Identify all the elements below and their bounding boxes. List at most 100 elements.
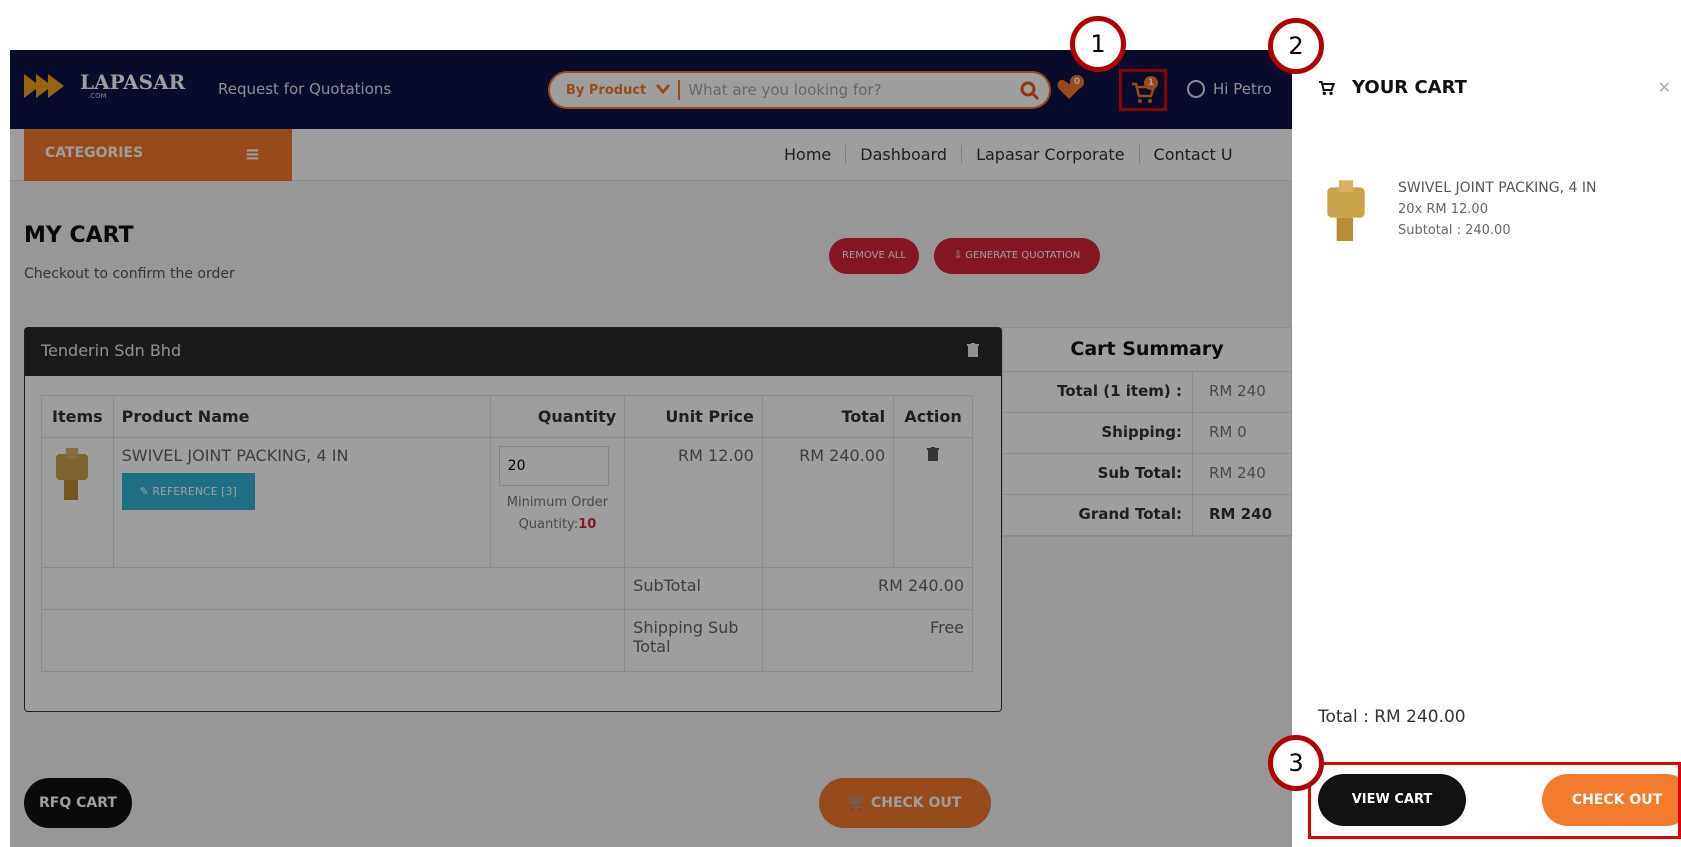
nav-link-home[interactable]: Home [770, 145, 847, 164]
nav-link-contact[interactable]: Contact U [1140, 145, 1247, 164]
product-image[interactable] [50, 446, 94, 506]
remove-all-button[interactable]: REMOVE ALL [829, 238, 919, 274]
generate-quotation-button[interactable]: ⇩ GENERATE QUOTATION [934, 238, 1100, 274]
unit-price: RM 12.00 [624, 437, 763, 568]
checkout-button[interactable]: 🛒 CHECK OUT [819, 778, 991, 828]
link-icon: ✎ [139, 485, 153, 498]
table-header-row: Items Product Name Quantity Unit Price T… [41, 395, 973, 438]
chevron-down-icon[interactable] [656, 82, 671, 98]
column-header: Action [893, 395, 973, 438]
product-image-cell [41, 437, 114, 568]
close-icon[interactable]: ✕ [1658, 78, 1671, 97]
product-name[interactable]: SWIVEL JOINT PACKING, 4 IN [122, 446, 482, 465]
vendor-header: Tenderin Sdn Bhd [25, 328, 1001, 376]
drawer-item-details: SWIVEL JOINT PACKING, 4 IN 20x RM 12.00 … [1398, 178, 1596, 248]
drawer-item-subtotal: Subtotal : 240.00 [1398, 223, 1511, 238]
drawer-cart-item: SWIVEL JOINT PACKING, 4 IN 20x RM 12.00 … [1318, 178, 1596, 248]
moq-value: 10 [578, 517, 597, 532]
summary-row: Sub Total: RM 240 [1003, 454, 1291, 495]
wishlist-count-badge: 0 [1070, 75, 1084, 89]
column-header: Product Name [112, 395, 491, 438]
summary-row: Shipping: RM 0 [1003, 413, 1291, 454]
wishlist-button[interactable]: 0 [1056, 75, 1088, 105]
search-divider [678, 80, 681, 100]
rfq-cart-button[interactable]: RFQ CART [24, 778, 132, 828]
menu-icon: ≡ [244, 144, 260, 165]
vendor-name: Tenderin Sdn Bhd [41, 341, 182, 360]
cart-icon: 🛒 [848, 795, 871, 811]
drawer-total: Total : RM 240.00 [1318, 707, 1466, 727]
column-header: Items [41, 395, 114, 438]
main-app: LAPASAR .COM Request for Quotations By P… [10, 50, 1292, 847]
table-row: SWIVEL JOINT PACKING, 4 IN ✎ REFERENCE [… [41, 437, 973, 568]
generate-quotation-label: GENERATE QUOTATION [965, 250, 1081, 261]
vendor-cart-panel: Tenderin Sdn Bhd Items Product Name Quan… [24, 327, 1002, 712]
logo[interactable]: LAPASAR .COM [24, 70, 185, 102]
search-category-select[interactable]: By Product [566, 83, 646, 98]
highlight-box [1308, 762, 1681, 839]
drawer-item-name[interactable]: SWIVEL JOINT PACKING, 4 IN [1398, 178, 1596, 199]
callout-marker: 3 [1268, 735, 1324, 791]
logo-text: LAPASAR [80, 70, 186, 94]
cart-summary: Cart Summary Total (1 item) : RM 240 Ship… [1002, 327, 1292, 537]
page-subtitle: Checkout to confirm the order [24, 266, 235, 282]
summary-value: RM 240 [1209, 382, 1266, 400]
quantity-input[interactable] [498, 446, 609, 486]
nav-link-dashboard[interactable]: Dashboard [846, 145, 963, 164]
reference-label: REFERENCE [3] [152, 485, 237, 498]
page-title: MY CART [24, 223, 134, 248]
checkout-label: CHECK OUT [870, 795, 962, 811]
quantity-cell: Minimum Order Quantity:10 [489, 437, 626, 568]
drawer-title: YOUR CART [1318, 77, 1467, 98]
product-image[interactable] [1318, 178, 1374, 248]
cart-drawer: YOUR CART ✕ SWIVEL JOINT PACKING, 4 IN 2… [1292, 50, 1681, 847]
cart-count-badge: 1 [1144, 76, 1158, 90]
summary-value: RM 0 [1209, 423, 1247, 441]
shipping-row: Shipping Sub Total Free [40, 609, 974, 672]
user-icon [1187, 80, 1205, 98]
trash-icon[interactable] [967, 342, 979, 361]
shipping-value: Free [761, 609, 974, 672]
nav-link-corporate[interactable]: Lapasar Corporate [962, 145, 1140, 164]
column-header: Total [761, 395, 895, 438]
cart-icon [1319, 80, 1336, 95]
summary-row: Total (1 item) : RM 240 [1003, 372, 1291, 413]
summary-label: Shipping: [1003, 413, 1193, 453]
download-icon: ⇩ [953, 250, 966, 261]
search-input[interactable] [688, 81, 989, 99]
shipping-label: Shipping Sub Total [624, 609, 763, 672]
product-name-cell: SWIVEL JOINT PACKING, 4 IN ✎ REFERENCE [… [112, 437, 491, 568]
column-header: Quantity [489, 395, 626, 438]
callout-marker: 1 [1070, 16, 1126, 72]
subtotal-value: RM 240.00 [761, 567, 974, 610]
summary-label: Grand Total: [1003, 495, 1193, 535]
minimum-order-note: Minimum Order Quantity:10 [499, 492, 617, 536]
page: LAPASAR .COM Request for Quotations By P… [0, 0, 1681, 847]
summary-title: Cart Summary [1003, 328, 1291, 372]
summary-label: Total (1 item) : [1003, 372, 1193, 412]
search-icon[interactable] [1019, 80, 1041, 102]
drawer-title-text: YOUR CART [1352, 77, 1467, 98]
user-menu[interactable]: Hi Petro [1187, 80, 1272, 98]
cart-button[interactable]: 1 [1119, 69, 1167, 111]
cart-table: Items Product Name Quantity Unit Price T… [40, 395, 974, 672]
categories-button[interactable]: CATEGORIES ≡ [24, 129, 292, 181]
summary-label: Sub Total: [1003, 454, 1193, 494]
trash-icon[interactable] [927, 447, 940, 461]
categories-label: CATEGORIES [45, 145, 144, 161]
summary-value: RM 240 [1209, 464, 1266, 482]
nav-bar: CATEGORIES ≡ Home Dashboard Lapasar Corp… [10, 129, 1292, 181]
callout-marker: 2 [1268, 18, 1324, 74]
drawer-item-qty: 20x RM 12.00 [1398, 202, 1488, 217]
subtotal-row: SubTotal RM 240.00 [40, 567, 974, 610]
line-total: RM 240.00 [761, 437, 895, 568]
summary-row: Grand Total: RM 240 [1003, 495, 1291, 536]
row-action-cell [893, 437, 973, 568]
rfq-link[interactable]: Request for Quotations [218, 80, 391, 98]
subtotal-label: SubTotal [624, 567, 763, 610]
logo-mark-icon [24, 70, 76, 102]
column-header: Unit Price [624, 395, 763, 438]
reference-button[interactable]: ✎ REFERENCE [3] [121, 473, 255, 510]
summary-value: RM 240 [1209, 505, 1273, 523]
nav-links: Home Dashboard Lapasar Corporate Contact… [770, 145, 1247, 164]
